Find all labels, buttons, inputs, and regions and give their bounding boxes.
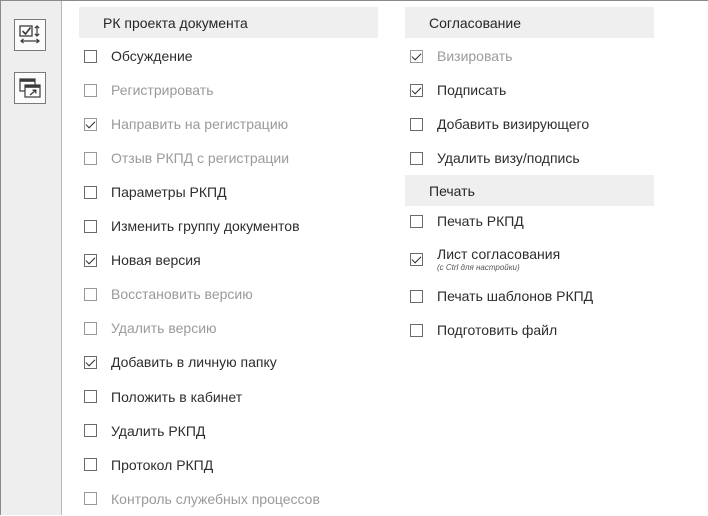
checkbox-unchecked[interactable] — [410, 323, 423, 337]
section-header-approval: Согласование — [405, 7, 654, 38]
option-label: Регистрировать — [111, 82, 214, 99]
checkbox-unchecked[interactable] — [84, 185, 97, 199]
checkbox-unchecked[interactable] — [84, 458, 97, 472]
checkbox-option[interactable]: Печать РКПД — [410, 204, 660, 238]
select-all-button[interactable] — [14, 19, 46, 51]
checkbox-unchecked — [84, 151, 97, 165]
checkbox-unchecked[interactable] — [410, 289, 423, 303]
checkbox-unchecked[interactable] — [84, 49, 97, 63]
checkbox-option[interactable]: Удалить РКПД — [84, 414, 384, 448]
option-label: Визировать — [437, 48, 513, 64]
checkbox-option[interactable]: Добавить визирующего — [410, 107, 660, 141]
checkbox-option[interactable]: Добавить в личную папку — [84, 345, 384, 379]
left-toolbar — [1, 1, 61, 515]
section-title: РК проекта документа — [103, 14, 248, 31]
option-label: Печать шаблонов РКПД — [437, 288, 594, 304]
checkbox-option[interactable]: Подготовить файл — [410, 313, 660, 347]
checkbox-option[interactable]: Изменить группу документов — [84, 209, 384, 243]
checkbox-option[interactable]: Обсуждение — [84, 39, 384, 73]
checkbox-checked[interactable] — [84, 253, 97, 267]
option-label: Добавить визирующего — [437, 116, 590, 132]
checkbox-unchecked — [84, 287, 97, 301]
checkbox-checked[interactable] — [410, 83, 423, 97]
option-label: Обсуждение — [111, 48, 193, 64]
checkbox-checked[interactable] — [84, 355, 97, 369]
option-label: Лист согласования — [437, 246, 561, 262]
checkbox-option: Отзыв РКПД с регистрации — [84, 141, 384, 175]
option-label: Удалить визу/подпись — [437, 150, 580, 166]
checkbox-unchecked — [84, 492, 97, 506]
option-label: Удалить версию — [111, 320, 217, 337]
checkbox-checked — [410, 49, 423, 63]
option-label: Контроль служебных процессов — [111, 490, 320, 507]
checkbox-option[interactable]: Подписать — [410, 73, 660, 107]
option-label: Протокол РКПД — [111, 456, 214, 473]
checkbox-unchecked[interactable] — [84, 424, 97, 438]
checkbox-unchecked[interactable] — [410, 117, 423, 131]
checkbox-option: Восстановить версию — [84, 277, 384, 311]
section-title: Согласование — [429, 14, 521, 31]
checkbox-unchecked[interactable] — [84, 219, 97, 233]
checkbox-checked — [84, 117, 97, 131]
checkbox-option: Контроль служебных процессов — [84, 482, 384, 516]
checkbox-option[interactable]: Печать шаблонов РКПД — [410, 279, 660, 313]
option-label: Новая версия — [111, 252, 201, 269]
export-button[interactable] — [14, 72, 46, 104]
window-export-icon — [19, 78, 41, 98]
checkbox-checked[interactable] — [410, 252, 423, 266]
option-label: Добавить в личную папку — [111, 354, 277, 371]
option-label: Параметры РКПД — [111, 184, 227, 201]
checkbox-unchecked[interactable] — [410, 151, 423, 165]
checkbox-option: Регистрировать — [84, 73, 384, 107]
section-title: Печать — [429, 182, 475, 199]
checkbox-option: Визировать — [410, 39, 660, 73]
section-header-document-card: РК проекта документа — [79, 7, 378, 38]
checkbox-option: Направить на регистрацию — [84, 107, 384, 141]
checkbox-option[interactable]: Новая версия — [84, 243, 384, 277]
option-label: Подписать — [437, 82, 507, 98]
checkbox-option[interactable]: Протокол РКПД — [84, 448, 384, 482]
option-hint: (с Ctrl для настройки) — [437, 263, 520, 272]
checkbox-unchecked — [84, 321, 97, 335]
checkbox-unchecked — [84, 83, 97, 97]
option-label: Удалить РКПД — [111, 422, 206, 439]
option-label: Подготовить файл — [437, 322, 558, 338]
option-label: Печать РКПД — [437, 213, 524, 229]
option-label: Изменить группу документов — [111, 218, 300, 235]
toolbar-divider — [61, 1, 62, 515]
checkbox-option[interactable]: Лист согласования (с Ctrl для настройки) — [410, 242, 660, 276]
checkbox-option[interactable]: Положить в кабинет — [84, 380, 384, 414]
section-header-print: Печать — [405, 175, 654, 206]
checkbox-unchecked[interactable] — [84, 390, 97, 403]
checkbox-unchecked[interactable] — [410, 214, 423, 228]
option-label: Направить на регистрацию — [111, 116, 289, 133]
option-label: Положить в кабинет — [111, 388, 243, 405]
check-sort-icon — [19, 25, 40, 44]
option-label-group: Лист согласования (с Ctrl для настройки) — [437, 246, 560, 272]
checkbox-option[interactable]: Параметры РКПД — [84, 175, 384, 209]
checkbox-option: Удалить версию — [84, 311, 384, 345]
option-label: Восстановить версию — [111, 286, 253, 303]
option-label: Отзыв РКПД с регистрации — [111, 150, 290, 167]
checkbox-option[interactable]: Удалить визу/подпись — [410, 141, 660, 175]
